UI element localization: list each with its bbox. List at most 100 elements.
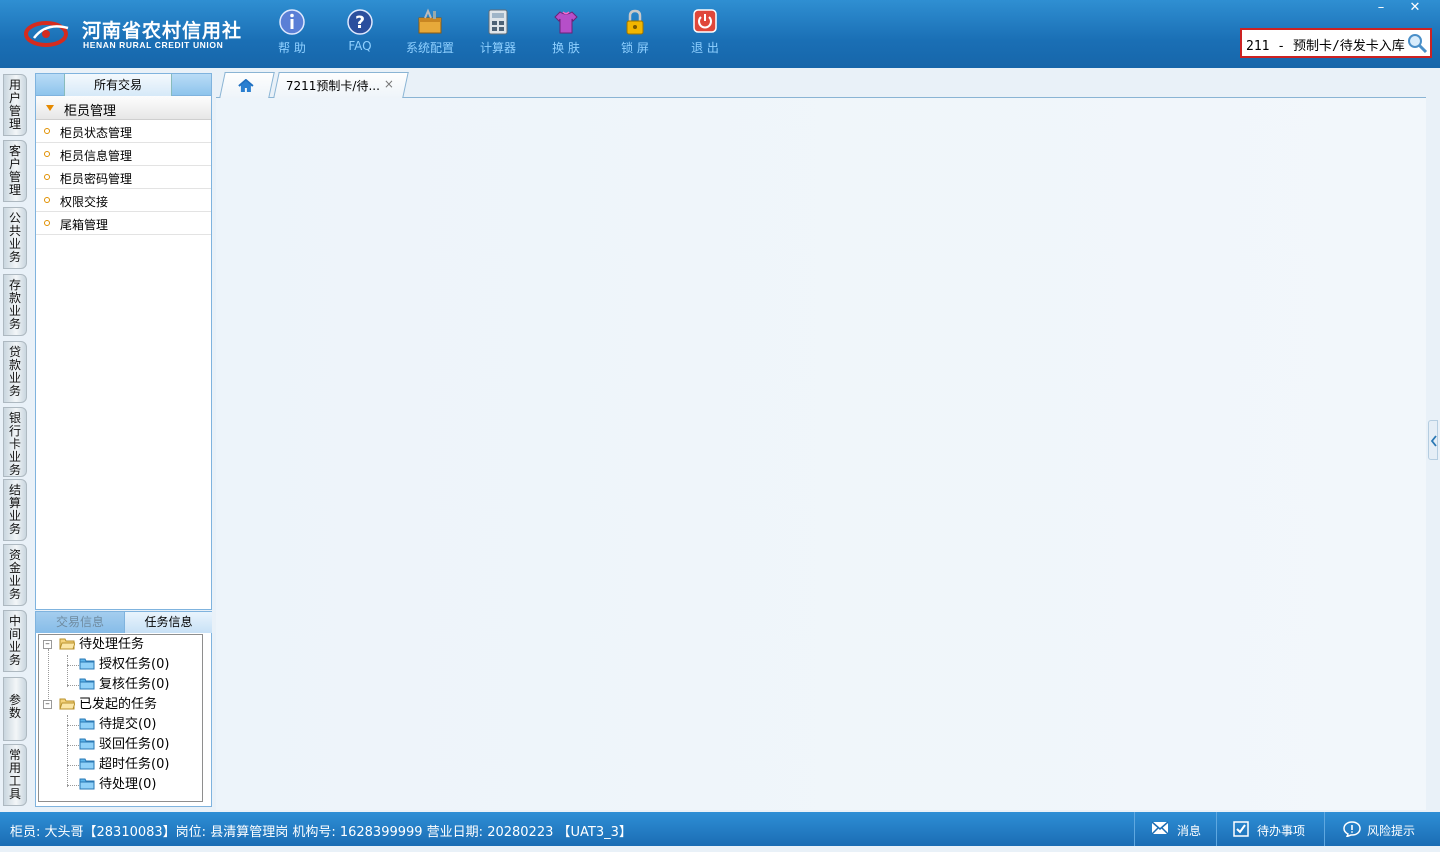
calculator-icon (488, 9, 508, 35)
close-tab-icon[interactable]: × (384, 77, 394, 91)
collapse-icon[interactable]: – (43, 700, 52, 709)
tree-node-label: 复核任务(0) (99, 677, 170, 692)
side-tab-parameters[interactable]: 参数 (3, 677, 27, 741)
tree-node-pending-tasks[interactable]: – 待处理任务 (43, 635, 145, 655)
task-tree: – 待处理任务 授权任务(0) 复核任务(0) – 已发起的任务 待提交(0) … (38, 634, 203, 802)
status-bar: 柜员: 大头哥【28310083】岗位: 县清算管理岗 机构号: 1628399… (0, 812, 1440, 846)
tab-home[interactable] (219, 72, 275, 98)
side-tab-label: 结算业务 (8, 483, 21, 536)
nav-item-teller-info[interactable]: 柜员信息管理 (36, 143, 211, 166)
messages-button[interactable]: 消息 (1134, 812, 1216, 846)
calculator-button[interactable]: 计算器 (468, 8, 528, 60)
side-tab-deposit[interactable]: 存款业务 (3, 274, 27, 336)
collapse-icon[interactable]: – (43, 640, 52, 649)
nav-item-permission-handover[interactable]: 权限交接 (36, 189, 211, 212)
nav-item-label: 柜员信息管理 (60, 149, 133, 163)
nav-panel-header: 所有交易 (36, 74, 211, 96)
side-tab-funds[interactable]: 资金业务 (3, 544, 27, 606)
nav-item-teller-password[interactable]: 柜员密码管理 (36, 166, 211, 189)
system-config-button[interactable]: 系统配置 (400, 8, 460, 60)
checkbox-icon (1233, 821, 1249, 837)
tree-node-timeout[interactable]: 超时任务(0) (79, 755, 169, 775)
main-content-area (216, 98, 1426, 810)
tree-node-processing[interactable]: 待处理(0) (79, 775, 156, 795)
side-tab-label: 资金业务 (8, 548, 21, 601)
nav-item-cash-box[interactable]: 尾箱管理 (36, 212, 211, 235)
chevron-left-icon (1430, 435, 1437, 447)
close-window-button[interactable]: ✕ (1400, 0, 1430, 18)
logo-text-cn: 河南省农村信用社 (82, 20, 243, 42)
tree-node-rejected[interactable]: 驳回任务(0) (79, 735, 169, 755)
tree-node-auth-tasks[interactable]: 授权任务(0) (79, 655, 169, 675)
tree-line (67, 685, 79, 686)
nav-group-teller-management[interactable]: 柜员管理 (36, 96, 211, 120)
collapse-right-panel-button[interactable] (1428, 420, 1438, 460)
minimize-button[interactable]: – (1366, 0, 1396, 18)
side-tab-label: 银行卡业务 (8, 411, 21, 477)
logo: 河南省农村信用社 HENAN RURAL CREDIT UNION (24, 14, 244, 54)
tree-node-to-submit[interactable]: 待提交(0) (79, 715, 156, 735)
tree-node-label: 已发起的任务 (79, 697, 158, 712)
messages-label: 消息 (1177, 824, 1202, 838)
nav-item-label: 权限交接 (60, 195, 109, 209)
home-icon (238, 79, 254, 92)
help-button[interactable]: 帮 助 (262, 8, 322, 60)
system-config-label: 系统配置 (405, 41, 454, 55)
task-panel-tabs: 交易信息 任务信息 (36, 612, 212, 633)
page-tab-bar: 7211预制卡/待... × (216, 72, 1428, 98)
faq-button[interactable]: ? FAQ (330, 8, 390, 60)
tree-line (67, 745, 79, 746)
side-tab-bank-card[interactable]: 银行卡业务 (3, 407, 27, 477)
bullet-icon (44, 151, 50, 157)
session-info: 柜员: 大头哥【28310083】岗位: 县清算管理岗 机构号: 1628399… (10, 825, 632, 840)
side-tab-intermediary[interactable]: 中间业务 (3, 610, 27, 672)
side-tab-label: 参数 (8, 693, 21, 720)
side-tab-customer-management[interactable]: 客户管理 (3, 140, 27, 202)
tree-line (67, 725, 79, 726)
tree-line (67, 665, 79, 666)
search-icon[interactable] (1406, 32, 1428, 54)
side-tab-user-management[interactable]: 用户管理 (3, 74, 27, 136)
side-tab-public-business[interactable]: 公共业务 (3, 207, 27, 269)
side-tab-label: 中间业务 (8, 614, 21, 667)
lock-screen-button[interactable]: 锁 屏 (605, 8, 665, 60)
risk-alert-button[interactable]: 风险提示 (1324, 812, 1440, 846)
side-tab-label: 用户管理 (8, 78, 21, 131)
toolbox-icon (418, 8, 442, 34)
comment-icon (1343, 821, 1361, 837)
folder-icon (79, 738, 95, 750)
calculator-label: 计算器 (479, 41, 516, 55)
exit-button[interactable]: 退 出 (675, 8, 735, 60)
tree-line (67, 655, 68, 687)
all-transactions-tab[interactable]: 所有交易 (64, 74, 172, 96)
search-input[interactable] (1244, 34, 1408, 54)
tab-transaction-info[interactable]: 交易信息 (36, 612, 124, 633)
risk-alert-label: 风险提示 (1367, 824, 1416, 838)
tab-label: 7211预制卡/待... (285, 79, 380, 93)
side-tab-common-tools[interactable]: 常用工具 (3, 744, 27, 806)
side-tab-label: 存款业务 (8, 278, 21, 331)
todo-button[interactable]: 待办事项 (1216, 812, 1324, 846)
tree-node-label: 待处理(0) (99, 777, 157, 792)
tree-node-review-tasks[interactable]: 复核任务(0) (79, 675, 169, 695)
tree-node-label: 待处理任务 (79, 637, 145, 652)
bottom-edge (0, 846, 1440, 852)
nav-item-teller-status[interactable]: 柜员状态管理 (36, 120, 211, 143)
question-icon: ? (347, 9, 373, 35)
skin-label: 换 肤 (552, 41, 580, 55)
exit-label: 退 出 (691, 41, 719, 55)
tree-line (67, 765, 79, 766)
folder-open-icon (59, 638, 75, 650)
info-icon (279, 9, 305, 35)
folder-icon (79, 658, 95, 670)
logo-text-en: HENAN RURAL CREDIT UNION (83, 40, 224, 50)
folder-icon (79, 778, 95, 790)
tree-node-initiated-tasks[interactable]: – 已发起的任务 (43, 695, 158, 715)
folder-open-icon (59, 698, 75, 710)
skin-button[interactable]: 换 肤 (536, 8, 596, 60)
side-tab-label: 常用工具 (8, 748, 21, 801)
tab-task-info[interactable]: 任务信息 (124, 612, 212, 633)
tab-prepaid-card-inbound[interactable]: 7211预制卡/待... × (273, 72, 409, 98)
side-tab-loan[interactable]: 贷款业务 (3, 341, 27, 403)
side-tab-settlement[interactable]: 结算业务 (3, 479, 27, 541)
